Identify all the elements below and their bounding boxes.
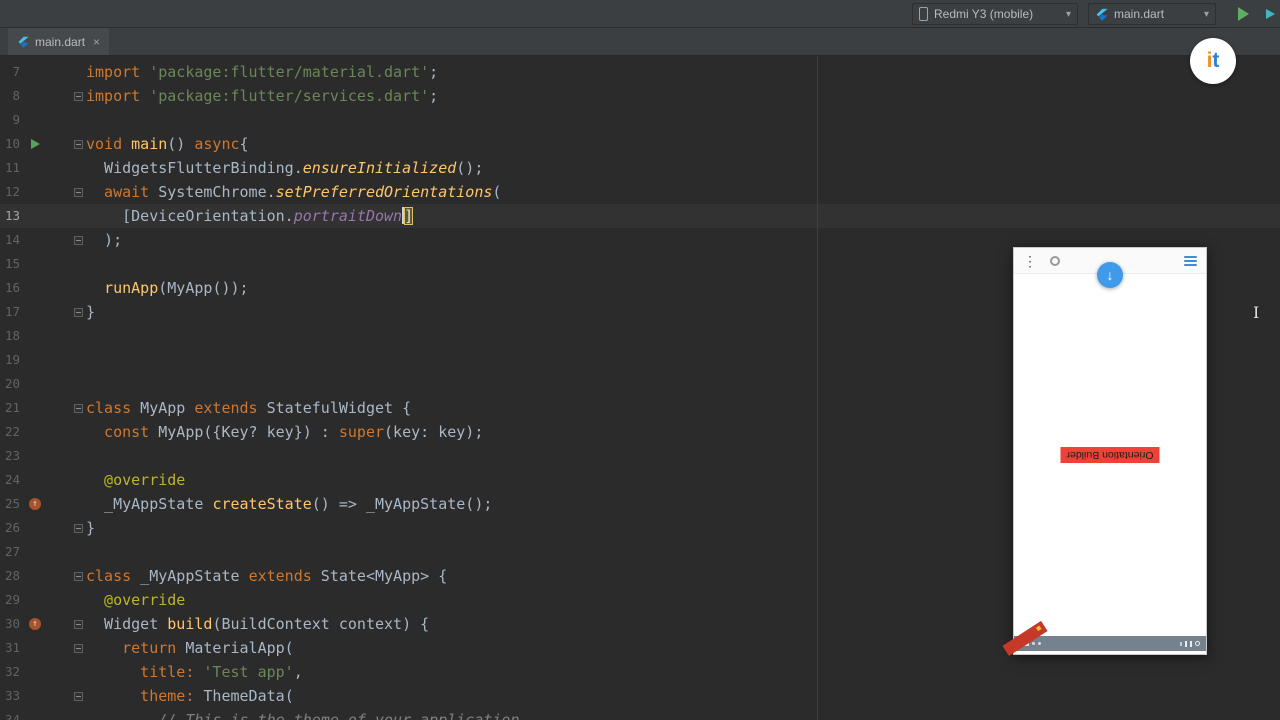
code-line[interactable]: 11 WidgetsFlutterBinding.ensureInitializ… — [0, 156, 1280, 180]
line-number: 28 — [4, 568, 20, 583]
line-number: 29 — [4, 592, 20, 607]
attach-debugger-icon[interactable] — [1266, 7, 1280, 21]
line-number: 15 — [4, 256, 20, 271]
code-text: // This is the theme of your application — [86, 711, 520, 720]
code-line[interactable]: 8 import 'package:flutter/services.dart'; — [0, 84, 1280, 108]
line-number: 23 — [4, 448, 20, 463]
orientation-banner: Orientation Builder — [1060, 447, 1160, 463]
line-number: 14 — [4, 232, 20, 247]
fold-marker-icon[interactable] — [74, 523, 83, 533]
phone-status-bar — [1014, 636, 1206, 651]
mouse-text-cursor: I — [1253, 303, 1260, 322]
fold-marker-icon[interactable] — [74, 403, 83, 413]
rotate-screen-icon[interactable] — [1050, 255, 1060, 266]
code-text: await SystemChrome.setPreferredOrientati… — [86, 183, 502, 201]
flutter-icon — [17, 36, 29, 48]
code-text: theme: ThemeData( — [86, 687, 294, 705]
device-mirror-window: ⋮ ↓ Orientation Builder — [1002, 247, 1207, 656]
hamburger-menu-icon[interactable] — [1184, 255, 1197, 266]
line-number: 20 — [4, 376, 20, 391]
override-gutter-icon[interactable]: ↑ — [29, 498, 41, 510]
kebab-menu-icon[interactable]: ⋮ — [1023, 254, 1037, 268]
run-gutter-icon[interactable] — [30, 139, 40, 149]
code-line[interactable]: 32 title: 'Test app', — [0, 660, 1280, 684]
run-button[interactable] — [1238, 7, 1249, 21]
flutter-icon — [1095, 8, 1108, 21]
device-selector-label: Redmi Y3 (mobile) — [934, 7, 1034, 21]
line-number: 19 — [4, 352, 20, 367]
line-number: 16 — [4, 280, 20, 295]
code-line[interactable]: 34 // This is the theme of your applicat… — [0, 708, 1280, 720]
fold-marker-icon[interactable] — [74, 139, 83, 149]
code-text: [DeviceOrientation.portraitDown] — [86, 206, 414, 225]
line-number: 12 — [4, 184, 20, 199]
line-number: 26 — [4, 520, 20, 535]
line-number: 22 — [4, 424, 20, 439]
code-line[interactable]: 10 void main() async{ — [0, 132, 1280, 156]
line-number: 30 — [4, 616, 20, 631]
line-number: 7 — [12, 64, 20, 79]
close-icon[interactable]: × — [93, 35, 100, 49]
line-number: 17 — [4, 304, 20, 319]
fold-marker-icon[interactable] — [74, 187, 83, 197]
line-number: 9 — [12, 112, 20, 127]
line-number: 27 — [4, 544, 20, 559]
run-config-label: main.dart — [1114, 7, 1165, 21]
line-number: 18 — [4, 328, 20, 343]
line-number: 25 — [4, 496, 20, 511]
device-phone-icon — [919, 7, 928, 21]
chevron-down-icon: ▾ — [1203, 8, 1209, 20]
line-number: 10 — [4, 136, 20, 151]
line-number: 33 — [4, 688, 20, 703]
line-number: 21 — [4, 400, 20, 415]
line-number: 24 — [4, 472, 20, 487]
line-number: 13 — [4, 208, 20, 223]
tab-main-dart[interactable]: main.dart × — [8, 28, 110, 55]
arrow-down-icon: ↓ — [1106, 267, 1114, 283]
override-gutter-icon[interactable]: ↑ — [29, 618, 41, 630]
code-text: void main() async{ — [86, 135, 249, 153]
right-margin-guide — [817, 56, 818, 720]
fold-marker-icon[interactable] — [74, 571, 83, 581]
status-icons-right — [1180, 640, 1200, 647]
code-line[interactable]: 7 import 'package:flutter/material.dart'; — [0, 60, 1280, 84]
code-text: import 'package:flutter/material.dart'; — [86, 63, 439, 81]
line-number: 32 — [4, 664, 20, 679]
collapse-toolbar-button[interactable]: ↓ — [1097, 262, 1123, 288]
fold-marker-icon[interactable] — [74, 307, 83, 317]
run-config-selector[interactable]: main.dart ▾ — [1088, 3, 1216, 25]
fold-marker-icon[interactable] — [74, 643, 83, 653]
fold-marker-icon[interactable] — [74, 91, 83, 101]
device-selector[interactable]: Redmi Y3 (mobile) ▾ — [912, 3, 1078, 25]
chevron-down-icon: ▾ — [1065, 8, 1071, 20]
line-number: 34 — [4, 712, 20, 720]
channel-logo: it — [1190, 38, 1236, 84]
fold-marker-icon[interactable] — [74, 619, 83, 629]
code-line[interactable]: 13 [DeviceOrientation.portraitDown] — [0, 204, 1280, 228]
fold-marker-icon[interactable] — [74, 691, 83, 701]
line-number: 8 — [12, 88, 20, 103]
code-text: WidgetsFlutterBinding.ensureInitialized(… — [86, 159, 484, 177]
code-line[interactable]: 9 — [0, 108, 1280, 132]
line-number: 11 — [4, 160, 20, 175]
code-text: title: 'Test app', — [86, 663, 303, 681]
main-toolbar: Redmi Y3 (mobile) ▾ main.dart ▾ — [0, 0, 1280, 28]
fold-marker-icon[interactable] — [74, 235, 83, 245]
logo-letter-t: t — [1212, 49, 1220, 72]
line-number: 31 — [4, 640, 20, 655]
code-text: import 'package:flutter/services.dart'; — [86, 87, 439, 105]
editor-tab-strip: main.dart × — [0, 28, 1280, 56]
code-line[interactable]: 12 await SystemChrome.setPreferredOrient… — [0, 180, 1280, 204]
code-line[interactable]: 33 theme: ThemeData( — [0, 684, 1280, 708]
tab-label: main.dart — [35, 34, 86, 49]
